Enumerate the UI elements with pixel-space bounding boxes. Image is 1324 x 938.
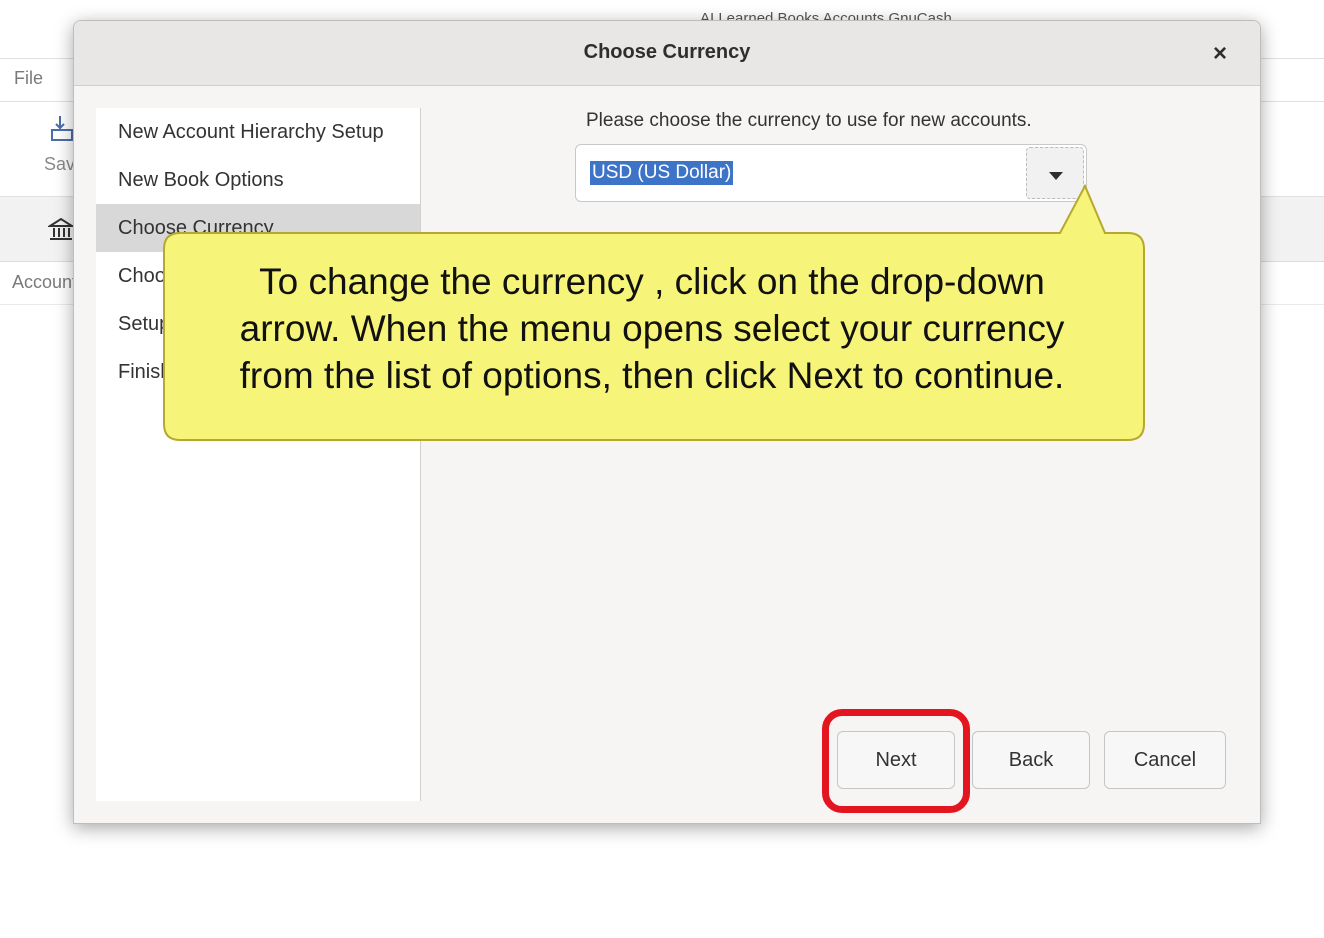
save-icon[interactable]	[50, 114, 74, 142]
currency-select[interactable]: USD (US Dollar)	[575, 144, 1087, 202]
callout-line-3: from the list of options, then click Nex…	[239, 355, 1065, 396]
assistant-sidebar: New Account Hierarchy Setup New Book Opt…	[96, 108, 421, 801]
menu-file[interactable]: File	[14, 68, 43, 89]
chevron-down-icon[interactable]	[1026, 147, 1084, 199]
cancel-button[interactable]: Cancel	[1104, 731, 1226, 789]
back-button[interactable]: Back	[972, 731, 1090, 789]
callout-line-2: arrow. When the menu opens select your c…	[239, 308, 1065, 349]
bank-icon[interactable]	[48, 216, 74, 242]
dialog-header: Choose Currency ×	[74, 21, 1260, 86]
sidebar-item-new-book-options[interactable]: New Book Options	[96, 156, 420, 204]
sidebar-item-new-account-hierarchy-setup[interactable]: New Account Hierarchy Setup	[96, 108, 420, 156]
next-button-highlight	[822, 709, 970, 813]
choose-currency-dialog: Choose Currency × New Account Hierarchy …	[73, 20, 1261, 824]
currency-select-value[interactable]: USD (US Dollar)	[590, 161, 734, 185]
sidebar-item-choose-currency[interactable]: Choose Currency	[96, 204, 420, 252]
currency-prompt: Please choose the currency to use for ne…	[586, 110, 1032, 131]
callout-text: To change the currency , click on the dr…	[170, 258, 1134, 399]
close-icon[interactable]: ×	[1206, 40, 1234, 68]
callout-line-1: To change the currency , click on the dr…	[259, 261, 1045, 302]
dialog-title: Choose Currency	[583, 41, 751, 63]
